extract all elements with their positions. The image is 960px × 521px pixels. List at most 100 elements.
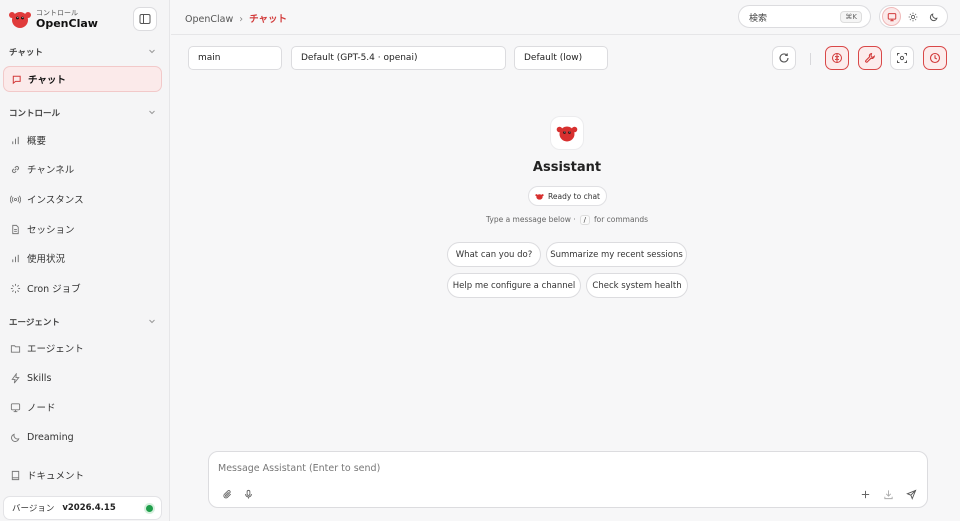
assistant-avatar [550, 116, 584, 150]
send-button[interactable] [904, 487, 918, 501]
sidebar-item-dreaming[interactable]: Dreaming [3, 424, 162, 450]
version-label: バージョン [12, 504, 55, 514]
theme-system-button[interactable] [882, 7, 901, 26]
moon-icon [10, 433, 19, 442]
link-icon [11, 165, 19, 173]
sidebar-item-agents[interactable]: エージェント [3, 335, 162, 361]
export-button[interactable] [881, 487, 895, 501]
hint-after: for commands [593, 215, 649, 224]
breadcrumb-root[interactable]: OpenClaw [185, 14, 233, 25]
document-icon [11, 224, 19, 234]
breadcrumb-separator: › [239, 14, 244, 25]
sidebar-item-nodes[interactable]: ノード [3, 394, 162, 420]
sidebar-item-cron-jobs[interactable]: Cron ジョブ [3, 275, 162, 301]
chevron-down-icon [149, 110, 155, 115]
command-hint: Type a message below · / for commands [400, 215, 734, 225]
wrench-icon [865, 52, 876, 63]
focus-mode-button[interactable] [890, 46, 914, 70]
version-value: v2026.4.15 [62, 503, 116, 513]
version-indicator: バージョン v2026.4.15 [3, 496, 162, 520]
sidebar-item-label: セッション [27, 225, 75, 236]
sidebar-item-sessions[interactable]: セッション [3, 216, 162, 242]
message-composer [208, 451, 928, 508]
sun-icon [908, 12, 917, 21]
suggestion-chip[interactable]: Check system health [586, 273, 688, 298]
broadcast-icon [9, 195, 21, 203]
microphone-icon [244, 489, 252, 499]
section-agents[interactable]: エージェント [9, 316, 159, 330]
section-chat[interactable]: チャット [9, 46, 159, 60]
thinking-select[interactable]: Default (low) [514, 46, 608, 70]
sidebar-item-label: Cron ジョブ [27, 284, 81, 295]
suggestion-label: Check system health [592, 280, 682, 291]
monitor-icon [887, 12, 896, 21]
thinking-toggle-button[interactable] [825, 46, 849, 70]
hint-before: Type a message below · [485, 215, 576, 224]
brain-icon [832, 53, 842, 63]
sidebar-item-label: エージェント [27, 344, 84, 355]
book-icon [11, 470, 19, 480]
status-badge: Ready to chat [528, 186, 607, 206]
breadcrumb: OpenClaw › チャット [185, 11, 287, 25]
sidebar-item-label: 使用状況 [27, 254, 66, 265]
attach-button[interactable] [220, 487, 234, 501]
plus-icon [861, 490, 869, 498]
session-select-value: main [198, 53, 221, 63]
sidebar-item-label: チャンネル [27, 165, 75, 176]
history-toggle-button[interactable] [923, 46, 947, 70]
suggestion-label: Help me configure a channel [452, 280, 576, 291]
moon-icon [929, 12, 938, 21]
tools-toggle-button[interactable] [858, 46, 882, 70]
section-control[interactable]: コントロール [9, 107, 159, 121]
bolt-icon [10, 372, 20, 383]
sidebar-item-skills[interactable]: Skills [3, 365, 162, 391]
sidebar-toggle-button[interactable] [133, 7, 157, 31]
theme-dark-button[interactable] [924, 7, 943, 26]
lobster-logo-icon [9, 12, 31, 28]
section-chat-label: チャット [9, 48, 43, 58]
message-input[interactable] [218, 460, 918, 476]
chat-icon [12, 75, 21, 84]
sidebar-item-usage[interactable]: 使用状況 [3, 245, 162, 271]
sidebar-item-label: Skills [27, 372, 52, 384]
send-icon [905, 489, 916, 500]
sidebar-item-label: チャット [28, 75, 66, 86]
sidebar: コントロール OpenClaw チャット チャット コントロール 概要 チャンネ… [0, 0, 170, 521]
suggestion-chip[interactable]: Help me configure a channel [447, 273, 581, 298]
sidebar-item-overview[interactable]: 概要 [3, 127, 162, 153]
voice-input-button[interactable] [241, 487, 255, 501]
search-button[interactable]: 検索 ⌘K [738, 5, 871, 28]
slash-key: / [579, 215, 590, 225]
top-bar: OpenClaw › チャット 検索 ⌘K [171, 0, 960, 35]
model-select[interactable]: Default (GPT-5.4 · openai) [291, 46, 506, 70]
search-label: 検索 [749, 14, 768, 24]
refresh-button[interactable] [772, 46, 796, 70]
sidebar-item-instances[interactable]: インスタンス [3, 186, 162, 212]
section-control-label: コントロール [9, 109, 61, 119]
suggestion-chip[interactable]: What can you do? [447, 242, 541, 267]
thinking-select-value: Default (low) [524, 53, 583, 63]
clock-icon [929, 52, 941, 64]
search-shortcut: ⌘K [840, 11, 862, 23]
sidebar-item-chat[interactable]: チャット [3, 66, 162, 92]
section-agents-label: エージェント [9, 318, 60, 328]
model-select-value: Default (GPT-5.4 · openai) [301, 53, 418, 63]
app-window: コントロール OpenClaw チャット チャット コントロール 概要 チャンネ… [0, 0, 960, 521]
sidebar-item-docs[interactable]: ドキュメント [3, 462, 162, 488]
session-select[interactable]: main [188, 46, 282, 70]
chevron-down-icon [149, 49, 155, 54]
lobster-avatar-icon [556, 126, 578, 142]
brand-title: OpenClaw [36, 17, 98, 30]
assistant-name: Assistant [532, 160, 602, 175]
suggestion-chip[interactable]: Summarize my recent sessions [546, 242, 687, 267]
focus-icon [897, 53, 907, 63]
theme-light-button[interactable] [903, 7, 922, 26]
suggestion-label: Summarize my recent sessions [550, 249, 683, 260]
sidebar-item-label: Dreaming [27, 431, 74, 443]
sidebar-item-channels[interactable]: チャンネル [3, 156, 162, 182]
sidebar-item-label: ドキュメント [27, 471, 85, 482]
new-session-button[interactable] [858, 487, 872, 501]
status-text: Ready to chat [548, 191, 600, 201]
status-dot [146, 505, 153, 512]
sidebar-item-label: ノード [27, 403, 56, 414]
